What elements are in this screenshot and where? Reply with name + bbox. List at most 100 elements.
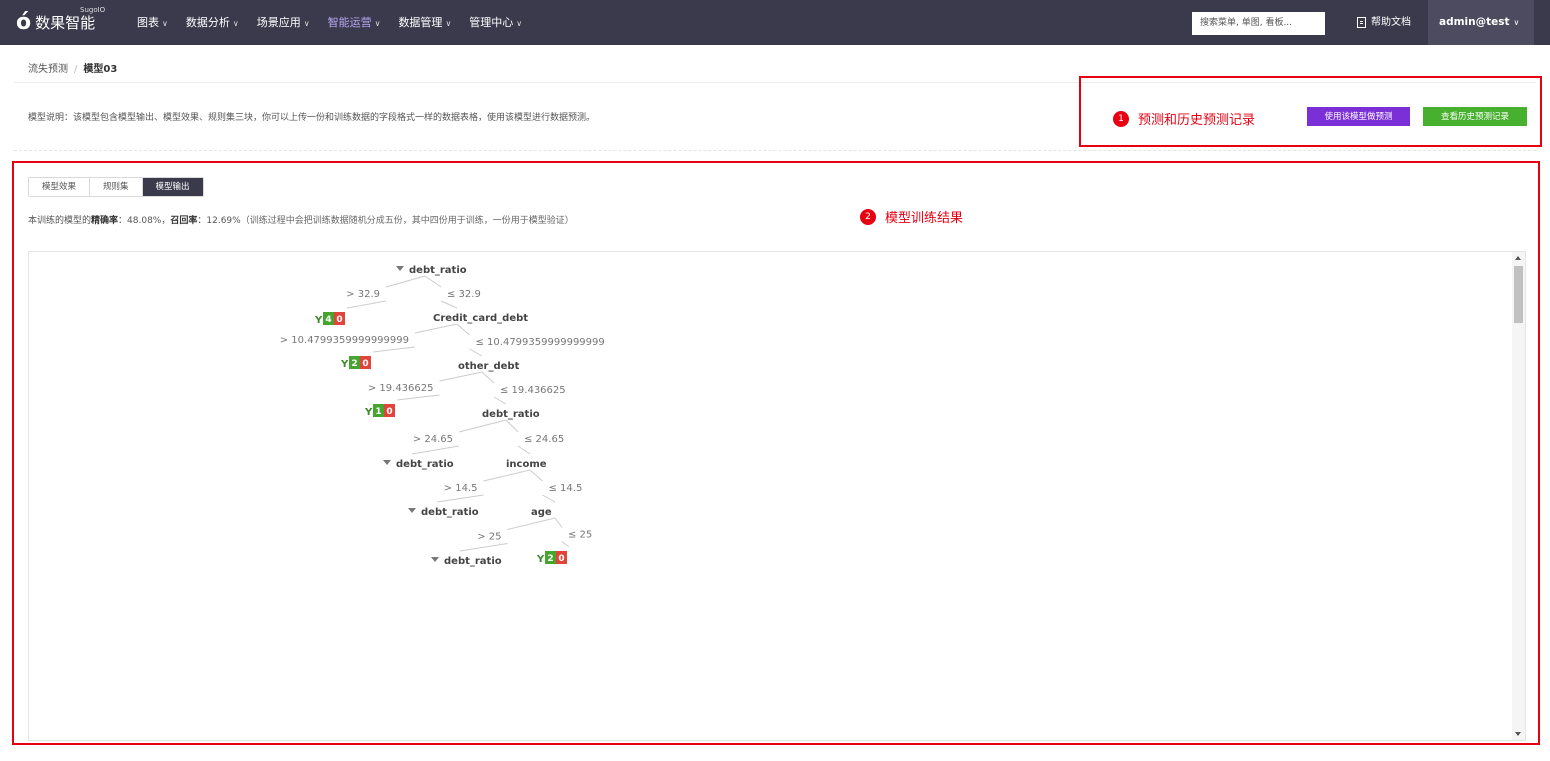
breadcrumb-parent[interactable]: 流失预测 [28, 64, 68, 75]
divider [14, 150, 1536, 151]
nav-item-smart-ops[interactable]: 智能运营 ∨ [319, 0, 390, 45]
nav-item-charts[interactable]: 图表 ∨ [128, 0, 177, 45]
collapse-caret-icon[interactable] [383, 460, 391, 465]
tree-node[interactable]: debt_ratio [409, 265, 467, 276]
stats-note: （训练过程中会把训练数据随机分成五份，其中四份用于训练，一份用于模型验证） [240, 216, 574, 226]
decision-tree-panel: > 32.9 ≤ 32.9 > 10.4799359999999999 ≤ 10.47… [28, 251, 1526, 741]
tree-edge [436, 494, 484, 503]
breadcrumb-current: 模型03 [83, 64, 118, 75]
logo-icon: ó [16, 9, 32, 35]
document-icon [1357, 17, 1366, 28]
help-docs-label: 帮助文档 [1371, 17, 1411, 28]
main-nav: 图表 ∨ 数据分析 ∨ 场景应用 ∨ 智能运营 ∨ 数据管理 ∨ 管理中心 ∨ [128, 0, 531, 45]
scroll-up-icon[interactable] [1515, 256, 1521, 260]
tree-edge [529, 469, 543, 482]
tree-edge [346, 300, 387, 309]
chevron-down-icon: ∨ [516, 19, 523, 28]
tree-node[interactable]: income [506, 459, 547, 470]
leaf-class-label: Y [536, 554, 545, 565]
tree-edge-label: ≤ 32.9 [447, 289, 481, 300]
collapse-caret-icon[interactable] [431, 557, 439, 562]
scrollbar[interactable] [1512, 252, 1525, 740]
tree-edge [414, 323, 458, 334]
leaf-class-label: Y [340, 359, 349, 370]
tree-edge [396, 394, 440, 401]
tree-edge [507, 517, 556, 530]
scroll-thumb[interactable] [1514, 266, 1523, 323]
recall-value: ：12.69% [197, 216, 241, 226]
leaf-yes-count: 4 [325, 315, 331, 325]
tree-edge [459, 543, 508, 552]
tree-edge [424, 275, 442, 288]
tree-edge [456, 323, 470, 336]
tree-node[interactable]: debt_ratio [482, 409, 540, 420]
app-logo[interactable]: ó 数果智能 SugoIO [16, 6, 105, 36]
tab-model-effect[interactable]: 模型效果 [29, 178, 91, 196]
tab-model-output[interactable]: 模型输出 [142, 178, 203, 196]
collapse-caret-icon[interactable] [396, 266, 404, 271]
history-button[interactable]: 查看历史预测记录 [1423, 107, 1527, 126]
chevron-down-icon: ∨ [1513, 18, 1520, 27]
annotation-predict: 1 预测和历史预测记录 [1113, 109, 1255, 128]
leaf-class-label: Y [314, 315, 323, 326]
tree-edge-label: > 25 [477, 532, 501, 543]
leaf-no-count: 0 [386, 407, 392, 417]
nav-item-scenarios[interactable]: 场景应用 ∨ [248, 0, 319, 45]
top-navbar: ó 数果智能 SugoIO 图表 ∨ 数据分析 ∨ 场景应用 ∨ 智能运营 ∨ 数据管理… [0, 0, 1550, 45]
tree-edge [505, 419, 519, 433]
breadcrumb-separator: / [74, 64, 78, 75]
leaf-class-label: Y [364, 407, 373, 418]
leaf-yes-count: 1 [375, 407, 381, 417]
user-name: admin@test [1439, 16, 1510, 28]
chevron-down-icon: ∨ [303, 19, 310, 28]
model-description: 模型说明：该模型包含模型输出、模型效果、规则集三块，你可以上传一份和训练数据的字… [28, 113, 596, 123]
tree-edge [385, 275, 426, 288]
collapse-caret-icon[interactable] [408, 508, 416, 513]
tree-edge-label: ≤ 24.65 [524, 434, 564, 445]
nav-item-data-analysis[interactable]: 数据分析 ∨ [177, 0, 248, 45]
tree-edge [481, 371, 495, 384]
annotation-number: 2 [860, 208, 876, 225]
leaf-no-count: 0 [558, 554, 564, 564]
search-input[interactable]: 搜索菜单, 单图, 看板... [1192, 12, 1325, 35]
user-menu[interactable]: admin@test ∨ [1428, 0, 1534, 45]
nav-item-admin-center[interactable]: 管理中心 ∨ [460, 0, 531, 45]
tree-edge-label: ≤ 25 [568, 530, 592, 541]
tree-edge-label: > 10.4799359999999999 [280, 335, 409, 346]
tree-edge [554, 517, 563, 528]
nav-item-data-management[interactable]: 数据管理 ∨ [389, 0, 460, 45]
tree-node[interactable]: debt_ratio [444, 556, 502, 567]
leaf-no-count: 0 [336, 315, 342, 325]
tree-node[interactable]: other_debt [458, 361, 520, 372]
chevron-down-icon: ∨ [232, 19, 239, 28]
annotation-training-result: 2 模型训练结果 [860, 207, 963, 226]
help-docs-link[interactable]: 帮助文档 [1357, 0, 1411, 45]
tree-edge [493, 396, 507, 405]
leaf-yes-count: 2 [351, 359, 357, 369]
annotation-text: 模型训练结果 [885, 211, 964, 226]
predict-button[interactable]: 使用该模型做预测 [1307, 107, 1410, 126]
tree-node[interactable]: age [531, 507, 552, 518]
scroll-down-icon[interactable] [1515, 732, 1521, 736]
tree-edge-label: ≤ 10.4799359999999999 [476, 337, 605, 348]
annotation-number: 1 [1113, 110, 1129, 127]
breadcrumb: 流失预测 / 模型03 [28, 60, 117, 75]
tree-edge-label: > 14.5 [444, 483, 478, 494]
tree-edge [458, 419, 507, 433]
leaf-no-count: 0 [362, 359, 368, 369]
stats-prefix: 本训练的模型的 [28, 216, 92, 226]
recall-label: 召回率 [170, 216, 198, 226]
tree-edge [517, 445, 531, 455]
tree-node[interactable]: Credit_card_debt [433, 313, 528, 324]
tree-edge [439, 371, 483, 382]
tree-edge-label: ≤ 14.5 [549, 483, 583, 494]
tree-edge [542, 494, 556, 503]
tree-edge [372, 346, 416, 353]
tree-edge [483, 469, 531, 482]
tab-rule-set[interactable]: 规则集 [90, 178, 143, 196]
tree-node[interactable]: debt_ratio [421, 507, 479, 518]
tree-node[interactable]: debt_ratio [396, 459, 454, 470]
precision-label: 精确率 [91, 216, 119, 226]
tree-edge [469, 348, 483, 357]
model-tabs: 模型效果 规则集 模型输出 [28, 177, 204, 197]
